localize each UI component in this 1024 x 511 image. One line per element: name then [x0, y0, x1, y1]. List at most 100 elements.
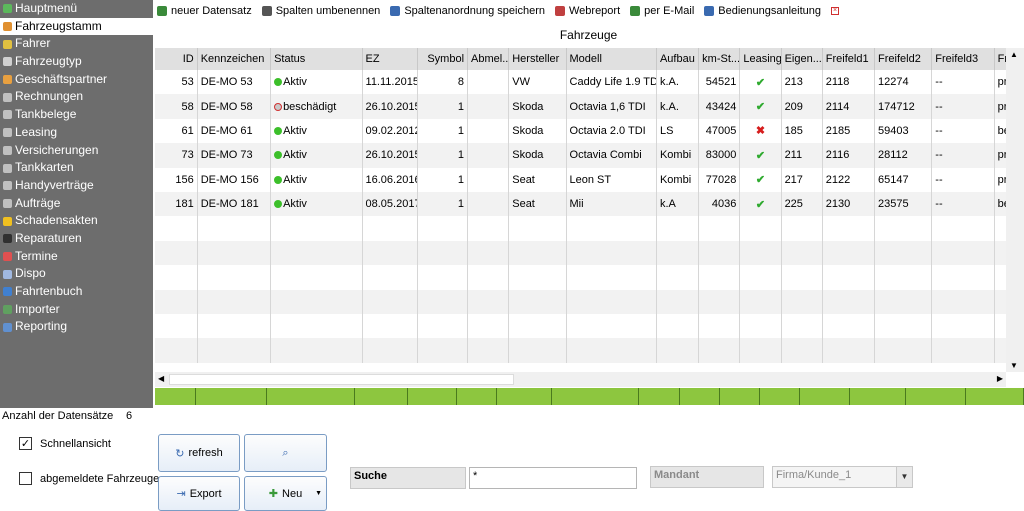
sidebar-item-aufträge[interactable]: Aufträge — [0, 195, 153, 213]
table-row[interactable]: 73 DE-MO 73 Aktiv 26.10.2015 1 Skoda Octavia C… — [155, 143, 1006, 168]
damaged-status-icon — [274, 102, 283, 111]
sidebar-item-label: Fahrzeugtyp — [15, 54, 82, 69]
column-header[interactable]: Status — [270, 48, 363, 70]
cell-km: 83000 — [698, 143, 741, 168]
table-row[interactable]: 53 DE-MO 53 Aktiv 11.11.2015 8 VW Caddy Life 1… — [155, 70, 1006, 95]
refresh-button[interactable]: ↻ refresh — [158, 434, 240, 472]
sidebar-item-reparaturen[interactable]: Reparaturen — [0, 230, 153, 248]
toolbar-manual-button[interactable]: Bedienungsanleitung — [704, 5, 821, 17]
empty-cell — [362, 289, 418, 314]
sidebar-item-importer[interactable]: Importer — [0, 301, 153, 319]
sidebar-item-fahrer[interactable]: Fahrer — [0, 35, 153, 53]
scroll-right-icon[interactable]: ▶ — [997, 374, 1003, 383]
sidebar-item-label: Handyverträge — [15, 177, 94, 192]
sidebar-item-handyverträge[interactable]: Handyverträge — [0, 177, 153, 195]
toolbar-new-record-button[interactable]: neuer Datensatz — [157, 5, 252, 17]
sidebar-item-fahrzeugstamm[interactable]: Fahrzeugstamm — [0, 17, 153, 36]
export-button[interactable]: ⇥ Export — [158, 476, 240, 511]
cell-f3: -- — [931, 70, 995, 95]
cell-leasing: ✔ — [739, 191, 782, 217]
sidebar-item-label: Aufträge — [15, 195, 61, 210]
table-row[interactable]: 156 DE-MO 156 Aktiv 16.06.2016 1 Seat Leon ST K… — [155, 167, 1006, 192]
close-icon[interactable]: × — [831, 7, 840, 15]
column-header[interactable]: Modell — [566, 48, 657, 70]
empty-cell — [467, 338, 510, 363]
sidebar-item-geschäftspartner[interactable]: Geschäftspartner — [0, 71, 153, 89]
column-header[interactable]: ID — [155, 48, 198, 70]
quickview-checkbox[interactable]: ✓ — [19, 437, 32, 450]
sidebar-item-label: Tankbelege — [15, 107, 77, 122]
horizontal-scrollbar[interactable]: ◀ ▶ — [155, 372, 1006, 387]
home-icon — [3, 4, 12, 14]
empty-cell — [155, 289, 198, 314]
sidebar-item-dispo[interactable]: Dispo — [0, 265, 153, 283]
toolbar-webreport-button[interactable]: Webreport — [554, 5, 620, 17]
empty-cell — [874, 216, 933, 241]
manual-icon — [704, 6, 715, 16]
empty-cell — [874, 265, 933, 290]
sidebar-item-tankbelege[interactable]: Tankbelege — [0, 106, 153, 124]
column-header[interactable]: Symbol — [417, 48, 469, 70]
cell-km: 43424 — [698, 94, 741, 119]
empty-cell — [931, 313, 995, 339]
column-header[interactable]: km-St... — [698, 48, 741, 70]
toolbar-email-button[interactable]: per E-Mail — [630, 5, 694, 17]
cell-kennzeichen: DE-MO 58 — [197, 94, 272, 119]
new-button[interactable]: ✚ Neu ▼ — [244, 476, 327, 511]
table-row[interactable]: 61 DE-MO 61 Aktiv 09.02.2012 1 Skoda Octavia 2… — [155, 118, 1006, 144]
horizontal-scroll-thumb[interactable] — [169, 374, 514, 385]
column-header[interactable]: Abmel... — [467, 48, 510, 70]
column-header[interactable]: Fre — [994, 48, 1006, 70]
vertical-scrollbar[interactable]: ▲ ▼ — [1006, 48, 1024, 372]
toolbar-rename-columns-button[interactable]: Spalten umbenennen — [261, 5, 380, 17]
sidebar-item-hauptmenü[interactable]: Hauptmenü — [0, 0, 153, 18]
empty-cell — [467, 289, 510, 314]
cell-f1: 2185 — [822, 118, 876, 144]
sidebar-item-tankkarten[interactable]: Tankkarten — [0, 159, 153, 177]
sidebar-item-label: Fahrtenbuch — [15, 284, 83, 298]
sidebar-item-reporting[interactable]: Reporting — [0, 318, 153, 336]
column-header[interactable]: Eigen... — [781, 48, 823, 70]
search-button[interactable]: ⌕ — [244, 434, 327, 472]
refresh-label: refresh — [188, 447, 223, 459]
cell-f2: 23575 — [874, 191, 933, 217]
column-header[interactable]: Freifeld3 — [931, 48, 995, 70]
cell-id: 53 — [155, 70, 198, 95]
sidebar-item-termine[interactable]: Termine — [0, 248, 153, 266]
column-header[interactable]: Kennzeichen — [197, 48, 272, 70]
cell-f4: bet — [994, 118, 1006, 144]
column-header[interactable]: Aufbau — [656, 48, 700, 70]
cell-eigen: 225 — [781, 191, 823, 217]
chevron-down-icon[interactable]: ▼ — [896, 467, 912, 487]
webreport-icon — [554, 6, 565, 16]
deregistered-checkbox-row[interactable]: abgemeldete Fahrzeuge — [19, 472, 159, 485]
toolbar-save-layout-button[interactable]: Spaltenanordnung speichern — [390, 5, 545, 17]
table-row[interactable]: 58 DE-MO 58 beschädigt 26.10.2015 1 Skoda Octa… — [155, 94, 1006, 119]
sidebar-item-fahrtenbuch[interactable]: Fahrtenbuch — [0, 283, 153, 301]
column-header[interactable]: Hersteller — [508, 48, 567, 70]
sidebar-item-fahrzeugtyp[interactable]: Fahrzeugtyp — [0, 53, 153, 71]
empty-cell — [467, 265, 510, 290]
sidebar-item-schadensakten[interactable]: Schadensakten — [0, 212, 153, 230]
cell-hersteller: Seat — [508, 191, 567, 217]
mandant-select[interactable]: Firma/Kunde_1 ▼ — [772, 466, 913, 488]
cell-aufbau: k.A. — [656, 70, 700, 95]
deregistered-checkbox[interactable] — [19, 472, 32, 485]
column-header[interactable]: Leasing — [739, 48, 782, 70]
search-input[interactable]: * — [469, 467, 637, 489]
scroll-up-icon[interactable]: ▲ — [1010, 50, 1018, 59]
scroll-down-icon[interactable]: ▼ — [1010, 361, 1018, 370]
sidebar-item-versicherungen[interactable]: Versicherungen — [0, 142, 153, 160]
sidebar-item-rechnungen[interactable]: Rechnungen — [0, 88, 153, 106]
column-header[interactable]: EZ — [362, 48, 418, 70]
sidebar-item-leasing[interactable]: Leasing — [0, 124, 153, 142]
quickview-checkbox-row[interactable]: ✓ Schnellansicht — [19, 437, 111, 450]
cell-f3: -- — [931, 118, 995, 144]
new-dropdown-icon[interactable]: ▼ — [315, 490, 322, 497]
scroll-left-icon[interactable]: ◀ — [158, 374, 164, 383]
column-header[interactable]: Freifeld1 — [822, 48, 876, 70]
column-header[interactable]: Freifeld2 — [874, 48, 933, 70]
sidebar-item-label: Reporting — [15, 319, 68, 334]
cell-hersteller: Seat — [508, 167, 567, 192]
table-row[interactable]: 181 DE-MO 181 Aktiv 08.05.2017 1 Seat Mii k.A 40… — [155, 191, 1006, 217]
